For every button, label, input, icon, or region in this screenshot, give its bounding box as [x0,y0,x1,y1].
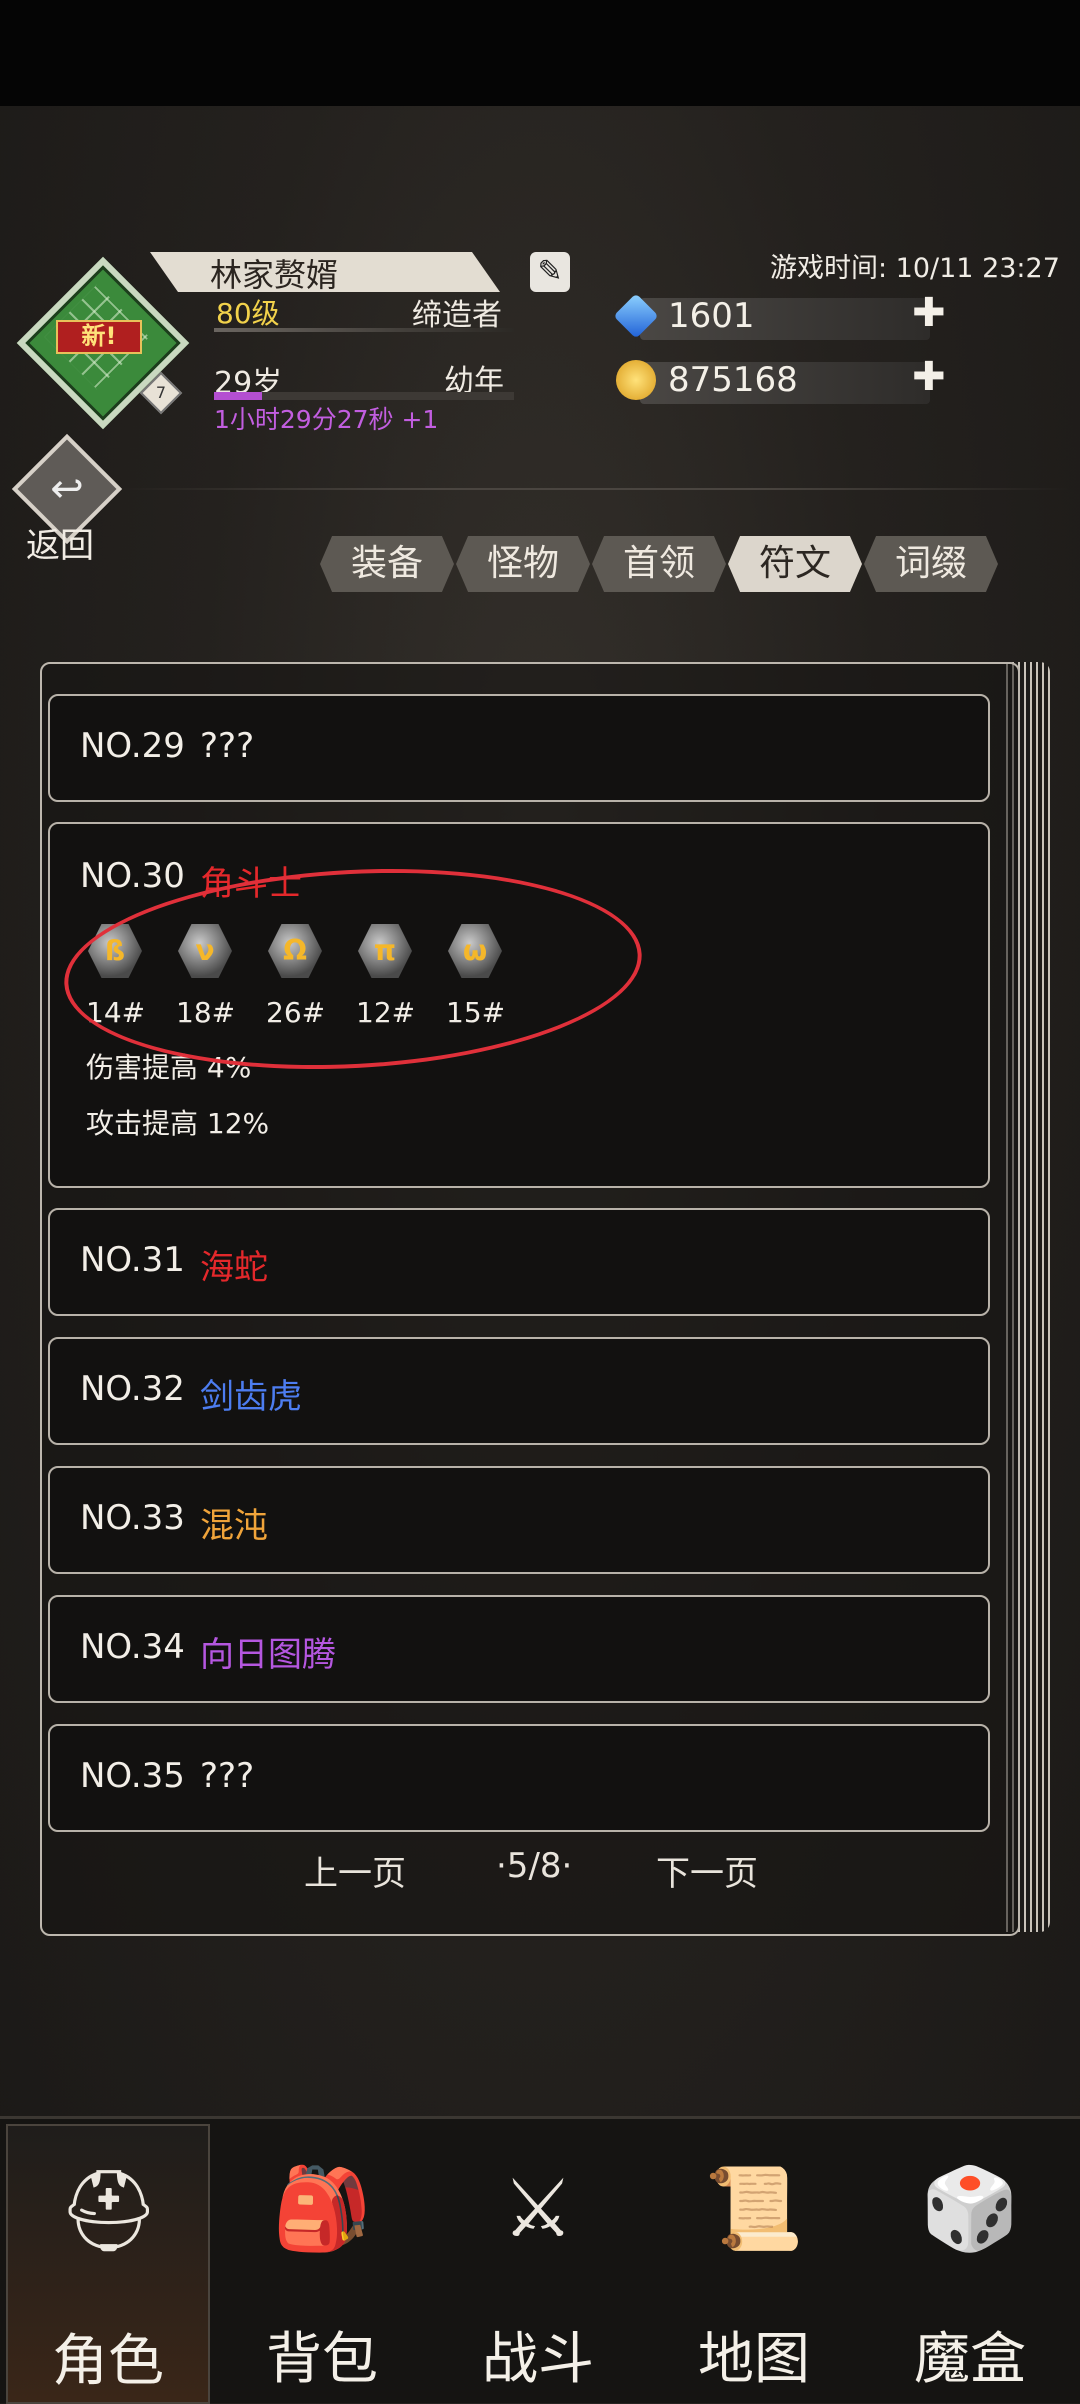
entry-number: NO.34 [80,1627,185,1667]
page-indicator: ·5/8· [496,1846,573,1886]
nav-backpack[interactable]: 🎒 背包 [222,2124,422,2400]
gold-count: 875168 [668,360,798,400]
add-gems-icon[interactable]: ✚ [912,290,946,336]
edit-name-icon[interactable]: ✎ [530,252,570,292]
list-item-no35[interactable]: NO.35 ??? [48,1724,990,1832]
game-time: 游戏时间: 10/11 23:27 [770,253,1060,284]
gold-icon [616,360,656,400]
nav-label: 背包 [266,2327,378,2392]
age-progress-fill [214,392,262,400]
scroll-map-icon: 📜 [704,2162,804,2255]
list-item-no33[interactable]: NO.33 混沌 [48,1466,990,1574]
tab-equipment[interactable]: 装备 [320,536,454,592]
gem-count: 1601 [668,296,755,336]
player-level: 80级 [216,297,280,330]
nav-label: 魔盒 [914,2327,1026,2392]
nav-label: 战斗 [482,2327,594,2392]
backpack-icon: 🎒 [272,2162,372,2255]
nav-label: 地图 [698,2327,810,2392]
add-gold-icon[interactable]: ✚ [912,354,946,400]
level-underline [214,328,514,332]
entry-name: 海蛇 [200,1248,268,1288]
list-item-no32[interactable]: NO.32 剑齿虎 [48,1337,990,1445]
avatar[interactable]: 新! 7 [16,256,190,430]
entry-name: 向日图腾 [200,1635,336,1675]
tab-monsters[interactable]: 怪物 [456,536,590,592]
entry-number: NO.31 [80,1240,185,1280]
tab-bosses[interactable]: 首领 [592,536,726,592]
nav-character[interactable]: ⛑ 角色 [6,2124,210,2404]
sword-shield-icon: ⚔ [502,2162,574,2255]
new-badge: 新! [56,320,142,354]
prev-page-button[interactable]: 上一页 [304,1846,406,1895]
entry-name: ??? [200,1756,255,1796]
age-timer: 1小时29分27秒 +1 [214,405,439,434]
tab-affixes[interactable]: 词缀 [864,536,998,592]
effect-text: 攻击提高 12% [86,1107,270,1140]
nav-label: 角色 [52,2329,164,2394]
entry-number: NO.35 [80,1756,185,1796]
entry-number: NO.32 [80,1369,185,1409]
nav-battle[interactable]: ⚔ 战斗 [438,2124,638,2400]
entry-name: 剑齿虎 [200,1377,302,1417]
entry-name: 混沌 [200,1506,268,1546]
tab-runes[interactable]: 符文 [728,536,862,592]
list-item-no34[interactable]: NO.34 向日图腾 [48,1595,990,1703]
entry-number: NO.30 [80,856,185,896]
header-divider [120,488,1070,490]
nav-magic-box[interactable]: 🎲 魔盒 [870,2124,1070,2400]
back-label[interactable]: 返回 [26,518,94,567]
nav-map[interactable]: 📜 地图 [654,2124,854,2400]
magic-box-icon: 🎲 [920,2162,1020,2255]
entry-number: NO.33 [80,1498,185,1538]
list-item-no29[interactable]: NO.29 ??? [48,694,990,802]
player-name: 林家赘婿 [210,256,339,294]
helmet-icon: ⛑ [58,2164,160,2257]
entry-number: NO.29 [80,726,185,766]
status-bar [0,0,1080,106]
next-page-button[interactable]: 下一页 [656,1846,758,1895]
list-item-no31[interactable]: NO.31 海蛇 [48,1208,990,1316]
entry-name: ??? [200,726,255,766]
